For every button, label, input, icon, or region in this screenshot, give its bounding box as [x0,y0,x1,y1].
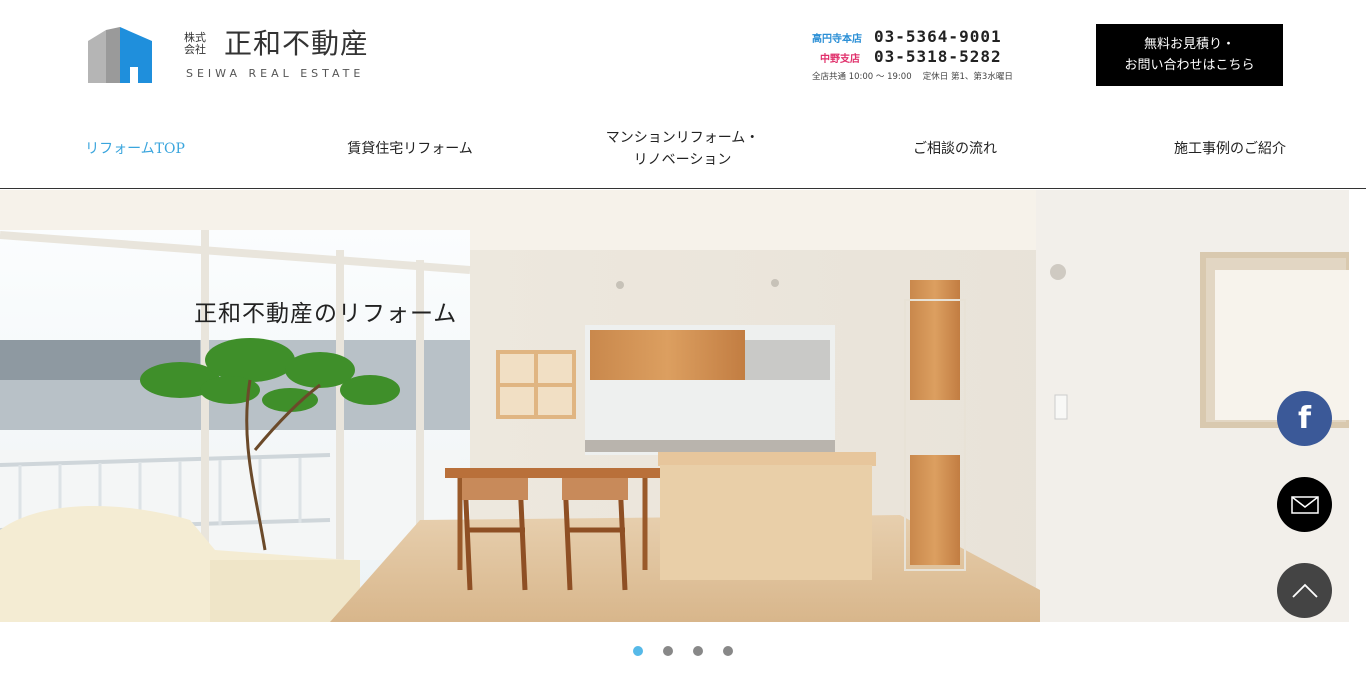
main-nav: リフォームTOP 賃貸住宅リフォーム マンションリフォーム・ リノベーション ご… [0,110,1366,189]
phone-number[interactable]: 03-5364-9001 [874,27,1002,46]
nav-item-reform-top[interactable]: リフォームTOP [60,110,210,188]
mail-button[interactable] [1277,477,1332,532]
facebook-icon: f [1297,401,1312,436]
facebook-button[interactable]: f [1277,391,1332,446]
chevron-up-icon [1291,583,1318,598]
estimate-inquiry-button[interactable]: 無料お見積り・ お問い合わせはこちら [1096,24,1283,86]
branch-row-nakano: 中野支店 03-5318-5282 [812,47,1012,67]
branch-row-koenji: 高円寺本店 03-5364-9001 [812,27,1012,47]
phone-number[interactable]: 03-5318-5282 [874,47,1002,66]
slider-dot[interactable] [633,646,643,656]
back-to-top-button[interactable] [1277,563,1332,618]
building-logo-icon [88,27,152,83]
slider-pagination [0,622,1366,680]
slider-dot[interactable] [693,646,703,656]
logo[interactable]: 株式 会社 正和不動産 SEIWA REAL ESTATE [88,27,388,83]
business-hours: 全店共通 10:00 〜 19:00 定休日 第1、第3水曜日 [812,72,1013,82]
estimate-button-line2: お問い合わせはこちら [1124,58,1255,73]
hero-caption: 正和不動産のリフォーム [194,301,458,327]
contact-info: 高円寺本店 03-5364-9001 中野支店 03-5318-5282 全店共… [812,27,1013,82]
nav-item-case-studies[interactable]: 施工事例のご紹介 [1150,110,1310,188]
site-header: 株式 会社 正和不動産 SEIWA REAL ESTATE 高円寺本店 03-5… [0,0,1366,110]
logo-company-name: 正和不動産 [224,27,370,60]
branch-label: 高円寺本店 [812,34,862,45]
nav-item-rental-reform[interactable]: 賃貸住宅リフォーム [320,110,500,188]
nav-item-label-line2: リノベーション [633,152,732,168]
nav-item-label-line1: マンションリフォーム・ [605,130,760,146]
slider-dot[interactable] [663,646,673,656]
nav-item-mansion-renovation[interactable]: マンションリフォーム・ リノベーション [590,110,775,188]
mail-icon [1290,495,1319,514]
hero-image [0,190,1349,622]
logo-english-name: SEIWA REAL ESTATE [186,67,365,80]
nav-item-consultation-flow[interactable]: ご相談の流れ [890,110,1020,188]
branch-label: 中野支店 [820,54,860,65]
hero-slider[interactable]: 正和不動産のリフォーム [0,190,1349,622]
slider-dot[interactable] [723,646,733,656]
estimate-button-line1: 無料お見積り・ [1143,37,1235,52]
logo-kabushiki: 株式 会社 [184,31,206,56]
